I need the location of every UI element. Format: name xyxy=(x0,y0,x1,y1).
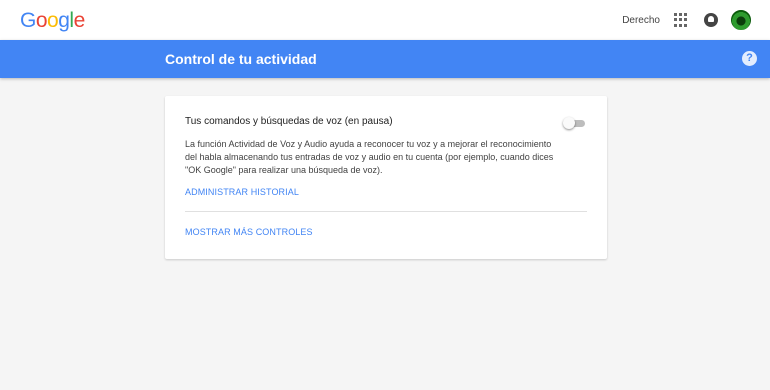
account-area: Derecho xyxy=(622,8,752,32)
logo-letter: G xyxy=(20,9,36,32)
notifications-icon[interactable] xyxy=(704,13,718,27)
voice-activity-card: Tus comandos y búsquedas de voz (en paus… xyxy=(165,96,607,259)
page-title: Control de tu actividad xyxy=(165,51,317,67)
help-icon[interactable]: ? xyxy=(742,51,757,66)
divider xyxy=(185,211,587,212)
logo-letter: o xyxy=(47,9,59,32)
toggle-thumb xyxy=(563,117,575,129)
google-logo[interactable]: Google xyxy=(20,9,85,33)
voice-activity-toggle[interactable] xyxy=(563,117,585,129)
logo-letter: o xyxy=(35,9,48,32)
logo-letter: g xyxy=(58,9,70,32)
manage-history-link[interactable]: ADMINISTRAR HISTORIAL xyxy=(185,187,299,197)
card-description: La función Actividad de Voz y Audio ayud… xyxy=(185,139,554,175)
card-title: Tus comandos y búsquedas de voz (en paus… xyxy=(185,116,393,127)
user-name-label[interactable]: Derecho xyxy=(622,15,660,26)
page-header-bar: Control de tu actividad ? xyxy=(0,40,770,78)
avatar[interactable] xyxy=(730,9,752,31)
apps-grid-icon[interactable] xyxy=(674,13,688,27)
show-more-controls-link[interactable]: MOSTRAR MÁS CONTROLES xyxy=(185,227,313,237)
top-bar: Google Derecho xyxy=(0,0,770,40)
logo-letter: e xyxy=(73,9,86,32)
